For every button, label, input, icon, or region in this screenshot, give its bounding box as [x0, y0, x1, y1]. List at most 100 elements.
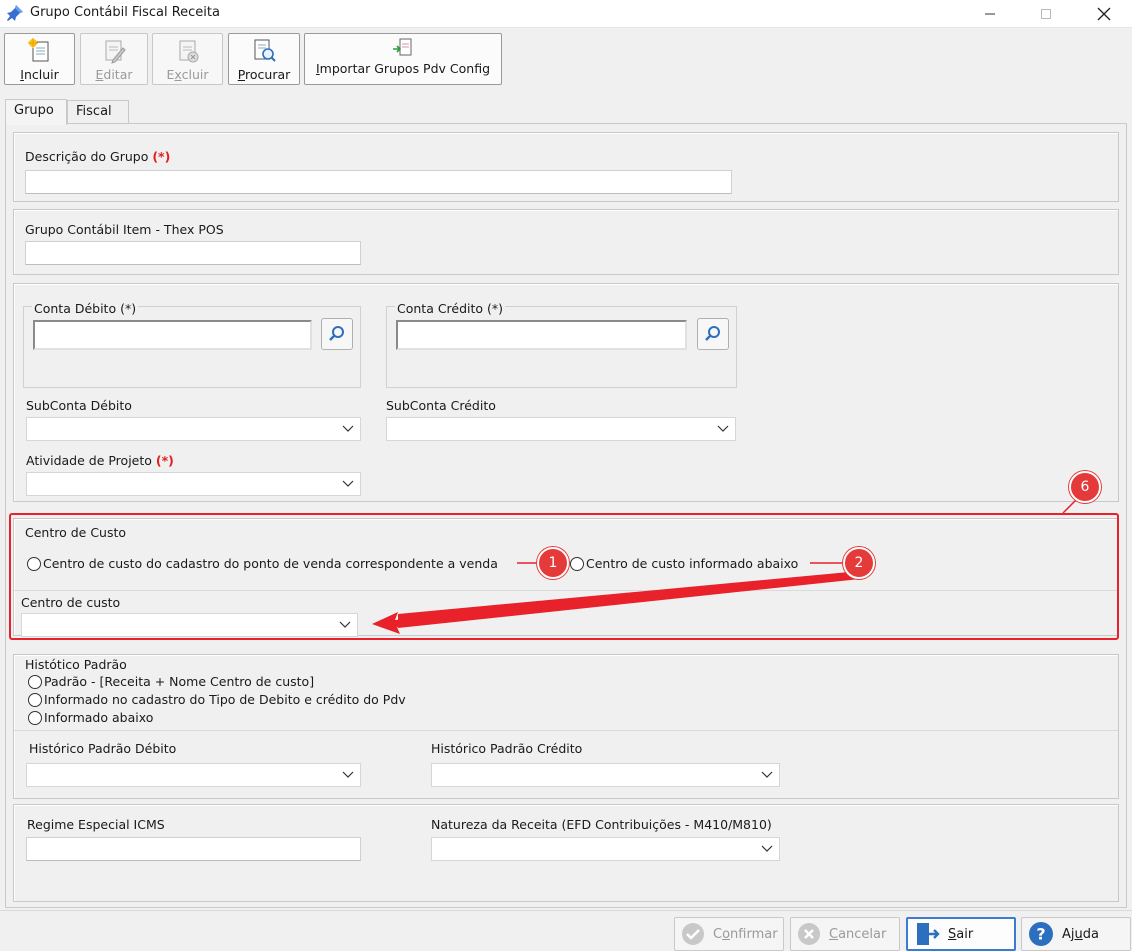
cancelar-button[interactable]: Cancelar — [790, 917, 900, 951]
conta-debito-input[interactable] — [33, 320, 312, 350]
radio-circle — [28, 674, 42, 689]
grupo-item-input[interactable] — [25, 241, 361, 265]
annotation-badge-2: 2 — [843, 547, 875, 579]
editar-post: ditar — [103, 67, 133, 82]
minimize-icon — [985, 13, 995, 15]
historico-option-padrao[interactable]: Padrão - [Receita + Nome Centro de custo… — [28, 674, 314, 689]
historico-option-informado-label: Informado abaixo — [44, 710, 154, 725]
cancel-icon — [798, 923, 820, 945]
pin-icon — [7, 5, 23, 21]
chevron-down-icon — [761, 845, 773, 852]
contas-panel: Conta Débito (*) Conta Crédito (*) SubCo… — [13, 283, 1119, 502]
maximize-icon — [1041, 9, 1051, 19]
natureza-label: Natureza da Receita (EFD Contribuições -… — [431, 817, 772, 832]
importar-post: mportar Grupos Pdv Config — [319, 61, 491, 76]
bottom-bar: Confirmar Cancelar Sair ? Ajuda — [0, 910, 1132, 951]
historico-option-informado[interactable]: Informado abaixo — [28, 710, 153, 725]
descricao-input[interactable] — [25, 170, 732, 194]
historico-group-label: Histótico Padrão — [25, 657, 127, 672]
delete-document-icon — [179, 40, 198, 63]
tab-fiscal[interactable]: Fiscal — [67, 100, 129, 124]
conta-debito-group: Conta Débito (*) — [23, 301, 361, 388]
chevron-down-icon — [761, 771, 773, 778]
sair-post: air — [956, 926, 974, 942]
conta-debito-search-button[interactable] — [321, 318, 353, 350]
check-icon — [682, 923, 704, 945]
annotation-badge-1: 1 — [537, 547, 569, 579]
annotation-badge-6: 6 — [1069, 471, 1101, 503]
search-icon — [705, 326, 720, 341]
procurar-accel: P — [237, 67, 246, 82]
window-title: Grupo Contábil Fiscal Receita — [30, 5, 220, 20]
descricao-panel: Descrição do Grupo (*) — [13, 132, 1119, 202]
grupo-item-label: Grupo Contábil Item - Thex POS — [25, 222, 224, 237]
ajuda-button[interactable]: ? Ajuda — [1021, 917, 1131, 951]
conta-credito-label: Conta Crédito (*) — [395, 301, 506, 316]
confirmar-pre: C — [713, 926, 723, 942]
subconta-debito-label: SubConta Débito — [26, 398, 132, 413]
regime-panel: Regime Especial ICMS Natureza da Receita… — [13, 804, 1119, 902]
natureza-combo[interactable] — [431, 837, 780, 861]
excluir-post: cluir — [181, 67, 209, 82]
confirmar-post: nfirmar — [730, 926, 778, 942]
incluir-button[interactable]: Incluir — [4, 33, 75, 85]
chevron-down-icon — [717, 425, 729, 432]
historico-option-padrao-label: Padrão - [Receita + Nome Centro de custo… — [44, 674, 315, 689]
ajuda-post: da — [1082, 926, 1099, 942]
minimize-button[interactable] — [968, 0, 1012, 28]
historico-debito-label: Histórico Padrão Débito — [29, 741, 177, 756]
historico-option-cadastro-label: Informado no cadastro do Tipo de Debito … — [44, 692, 406, 707]
cancelar-accel: C — [829, 926, 839, 942]
atividade-combo[interactable] — [26, 472, 361, 496]
title-bar: Grupo Contábil Fiscal Receita — [0, 0, 1132, 28]
confirmar-button[interactable]: Confirmar — [674, 917, 784, 951]
toolbar: Incluir Editar Excluir Procurar Importar… — [0, 28, 1132, 90]
subconta-debito-combo[interactable] — [26, 417, 361, 441]
incluir-post: ncluir — [23, 67, 59, 82]
historico-option-cadastro[interactable]: Informado no cadastro do Tipo de Debito … — [28, 692, 406, 707]
chevron-down-icon — [342, 425, 354, 432]
svg-text:?: ? — [1036, 925, 1045, 944]
historico-credito-combo[interactable] — [431, 763, 780, 787]
close-icon — [1097, 7, 1111, 21]
conta-credito-search-button[interactable] — [697, 318, 729, 350]
atividade-label: Atividade de Projeto (*) — [26, 453, 174, 468]
importar-grupos-button[interactable]: Importar Grupos Pdv Config — [304, 33, 502, 85]
edit-document-icon — [105, 40, 126, 64]
regime-input[interactable] — [26, 837, 361, 861]
radio-circle — [28, 692, 42, 707]
excluir-button[interactable]: Excluir — [152, 33, 223, 85]
excluir-accel: x — [174, 67, 182, 82]
radio-circle — [28, 710, 42, 725]
maximize-button[interactable] — [1024, 0, 1068, 28]
tab-grupo[interactable]: Grupo — [5, 99, 67, 125]
conta-debito-label: Conta Débito (*) — [32, 301, 139, 316]
search-document-icon — [254, 39, 276, 62]
import-icon — [393, 38, 412, 56]
ajuda-pre: Aj — [1062, 926, 1075, 942]
sair-button[interactable]: Sair — [906, 917, 1016, 951]
subconta-credito-combo[interactable] — [386, 417, 736, 441]
conta-credito-input[interactable] — [396, 320, 687, 350]
close-button[interactable] — [1082, 0, 1126, 28]
new-document-icon — [27, 38, 48, 62]
exit-icon — [917, 923, 940, 945]
grupo-item-panel: Grupo Contábil Item - Thex POS — [13, 209, 1119, 275]
historico-panel: Histótico Padrão Padrão - [Receita + Nom… — [13, 654, 1119, 799]
help-icon: ? — [1029, 922, 1053, 946]
confirmar-accel: o — [722, 926, 731, 942]
conta-credito-group: Conta Crédito (*) — [386, 301, 737, 388]
historico-credito-label: Histórico Padrão Crédito — [431, 741, 583, 756]
regime-label: Regime Especial ICMS — [27, 817, 165, 832]
procurar-button[interactable]: Procurar — [228, 33, 300, 85]
subconta-credito-label: SubConta Crédito — [386, 398, 496, 413]
historico-debito-combo[interactable] — [26, 763, 361, 787]
editar-button[interactable]: Editar — [80, 33, 148, 85]
ajuda-accel: u — [1074, 926, 1083, 942]
chevron-down-icon — [342, 771, 354, 778]
cancelar-post: ancelar — [838, 926, 887, 942]
procurar-post: rocurar — [245, 67, 291, 82]
search-icon — [329, 326, 344, 341]
annotation-highlight-box — [9, 513, 1119, 640]
divider — [14, 730, 1118, 731]
